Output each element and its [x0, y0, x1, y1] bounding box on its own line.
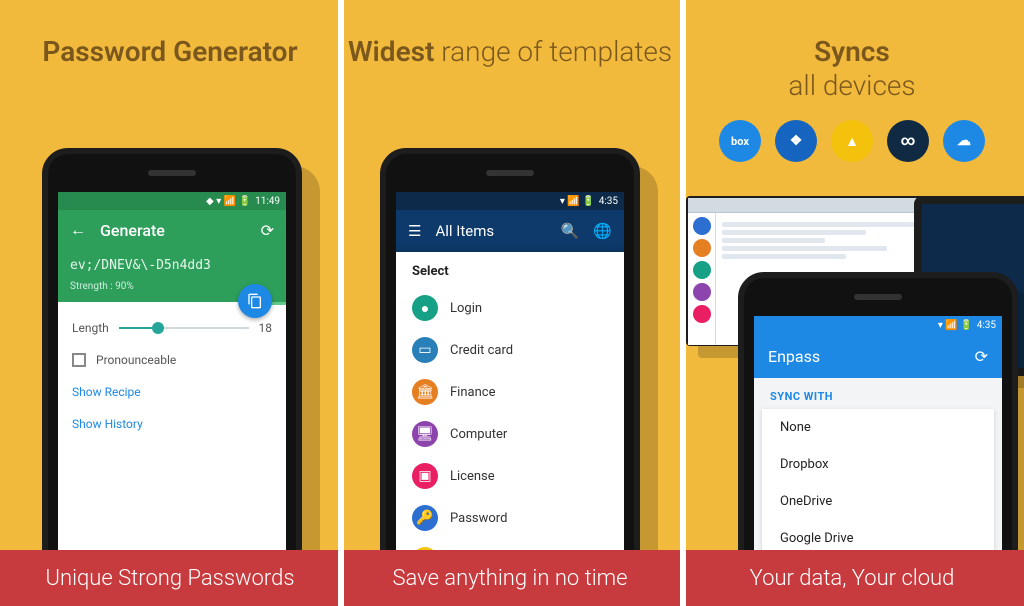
box-icon: box — [719, 120, 761, 162]
length-value: 18 — [259, 321, 273, 335]
template-label: Login — [450, 301, 482, 316]
cloud-provider-icons: box ❖ ▲ ∞ ☁ — [680, 120, 1024, 162]
show-history-link[interactable]: Show History — [72, 417, 272, 431]
panel1-title: Password Generator — [0, 35, 340, 69]
status-bar: ▾ 📶 🔋 4:35 — [754, 316, 1002, 334]
status-icons: ◆ ▾ 📶 🔋 — [206, 196, 251, 207]
owncloud-icon: ∞ — [887, 120, 929, 162]
refresh-icon[interactable]: ⟳ — [975, 347, 988, 366]
menu-icon[interactable]: ☰ — [408, 222, 421, 240]
sync-option[interactable]: OneDrive — [762, 483, 994, 520]
template-item[interactable]: 🏛 Finance — [396, 371, 624, 413]
pronounceable-label: Pronounceable — [96, 353, 176, 367]
length-row: Length 18 — [72, 321, 272, 335]
template-icon: ▣ — [412, 463, 438, 489]
refresh-icon[interactable]: ⟳ — [261, 221, 274, 240]
show-recipe-link[interactable]: Show Recipe — [72, 385, 272, 399]
panel3-caption: Your data, Your cloud — [680, 550, 1024, 606]
phone-mockup-1: ◆ ▾ 📶 🔋 11:49 ← Generate ⟳ ev;/DNEV&\-D5… — [42, 148, 302, 606]
template-item[interactable]: 🖥 Computer — [396, 413, 624, 455]
sheet-title: Select — [396, 252, 624, 287]
onedrive-icon: ☁ — [943, 120, 985, 162]
template-label: Computer — [450, 427, 507, 442]
template-label: License — [450, 469, 495, 484]
generator-body: Length 18 Pronounceable Show Recipe Show… — [58, 305, 286, 447]
enpass-header: Enpass ⟳ — [754, 334, 1002, 378]
globe-icon[interactable]: 🌐 — [593, 222, 612, 240]
template-label: Finance — [450, 385, 495, 400]
phone-speaker — [854, 294, 902, 300]
panel-divider — [338, 0, 344, 606]
template-icon: 🔑 — [412, 505, 438, 531]
panel2-caption: Save anything in no time — [340, 550, 680, 606]
template-icon: 🏛 — [412, 379, 438, 405]
sync-section-label: SYNC WITH — [754, 378, 1002, 409]
template-icon: 🖥 — [412, 421, 438, 447]
pronounceable-row[interactable]: Pronounceable — [72, 353, 272, 367]
back-icon[interactable]: ← — [70, 220, 86, 240]
checkbox-icon[interactable] — [72, 353, 86, 367]
panel3-title: Syncs all devices — [680, 35, 1024, 102]
template-icon: ▭ — [412, 337, 438, 363]
sync-option[interactable]: Dropbox — [762, 446, 994, 483]
length-label: Length — [72, 321, 109, 335]
template-item[interactable]: 🔑 Password — [396, 497, 624, 539]
copy-button[interactable] — [238, 284, 272, 318]
phone-speaker — [486, 170, 534, 176]
phone-screen-1: ◆ ▾ 📶 🔋 11:49 ← Generate ⟳ ev;/DNEV&\-D5… — [58, 192, 286, 606]
template-label: Password — [450, 511, 507, 526]
template-label: Credit card — [450, 343, 513, 358]
header-title: Generate — [100, 221, 165, 240]
phone-speaker — [148, 170, 196, 176]
status-time: 4:35 — [977, 320, 996, 331]
header-title: All Items — [435, 222, 494, 240]
panel-sync: Syncs all devices box ❖ ▲ ∞ ☁ ▾ 📶 🔋 4:35 Enp… — [680, 0, 1024, 606]
search-icon[interactable]: 🔍 — [561, 222, 580, 240]
dropbox-icon: ❖ — [775, 120, 817, 162]
copy-icon — [247, 293, 263, 309]
status-time: 11:49 — [255, 196, 280, 207]
panel1-caption: Unique Strong Passwords — [0, 550, 340, 606]
status-icons: ▾ 📶 🔋 — [560, 196, 595, 207]
gdrive-icon: ▲ — [831, 120, 873, 162]
status-time: 4:35 — [599, 196, 618, 207]
template-item[interactable]: ▭ Credit card — [396, 329, 624, 371]
generated-password: ev;/DNEV&\-D5n4dd3 — [70, 258, 274, 273]
template-item[interactable]: ● Login — [396, 287, 624, 329]
panel-divider — [680, 0, 686, 606]
panel-password-generator: Password Generator ◆ ▾ 📶 🔋 11:49 ← Gener… — [0, 0, 340, 606]
panel-templates: Widest range of templates ▾ 📶 🔋 4:35 ☰ A… — [340, 0, 680, 606]
sync-option[interactable]: None — [762, 409, 994, 446]
status-bar: ◆ ▾ 📶 🔋 11:49 — [58, 192, 286, 210]
header-title: Enpass — [768, 347, 820, 366]
all-items-header: ☰ All Items 🔍 🌐 — [396, 210, 624, 252]
phone-mockup-2: ▾ 📶 🔋 4:35 ☰ All Items 🔍 🌐 Select ● Login… — [380, 148, 640, 606]
template-icon: ● — [412, 295, 438, 321]
template-item[interactable]: ▣ License — [396, 455, 624, 497]
length-slider[interactable] — [119, 327, 249, 329]
status-bar: ▾ 📶 🔋 4:35 — [396, 192, 624, 210]
phone-screen-2: ▾ 📶 🔋 4:35 ☰ All Items 🔍 🌐 Select ● Login… — [396, 192, 624, 606]
panel2-title: Widest range of templates — [340, 35, 680, 69]
status-icons: ▾ 📶 🔋 — [938, 320, 973, 331]
